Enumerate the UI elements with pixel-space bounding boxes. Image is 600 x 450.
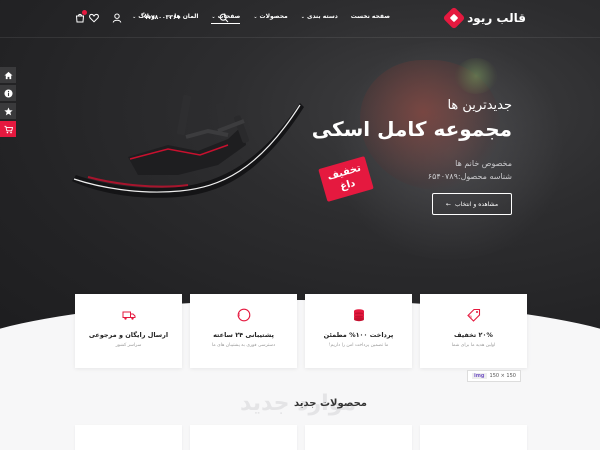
feature-card-support: 24 پشتیبانی ۲۴ ساعته دسترسی فوری به پشتی… <box>190 294 297 368</box>
product-card[interactable] <box>190 425 297 450</box>
svg-text:%: % <box>469 315 473 319</box>
svg-text:24: 24 <box>237 313 241 318</box>
chevron-down-icon: ⌄ <box>300 13 305 20</box>
chevron-down-icon: ⌄ <box>132 13 137 20</box>
site-header: قالب ریود صفحه نخست دسته بندی ⌄ محصولات … <box>0 0 600 38</box>
nav-item-home[interactable]: صفحه نخست <box>351 13 390 20</box>
product-card[interactable] <box>75 425 182 450</box>
info-icon <box>3 88 13 98</box>
image-size-label: 150 × 150 <box>489 373 516 379</box>
view-and-select-button[interactable]: مشاهده و انتخاب ← <box>432 193 512 215</box>
arrow-left-icon: ← <box>445 200 451 208</box>
heart-icon[interactable] <box>89 13 99 23</box>
hero-skier-helmet <box>455 58 497 94</box>
nav-item-label: محصولات <box>259 13 288 20</box>
image-tag-label: img <box>472 373 487 379</box>
discount-tag-icon: % <box>467 308 481 322</box>
nav-item-label: دسته بندی <box>306 13 338 20</box>
cart-badge <box>82 10 87 15</box>
image-size-badge: img 150 × 150 <box>467 370 521 382</box>
side-home-button[interactable] <box>0 67 16 83</box>
side-info-button[interactable] <box>0 85 16 101</box>
user-icon[interactable] <box>112 13 122 23</box>
star-icon <box>3 106 13 115</box>
feature-title: پشتیبانی ۲۴ ساعته <box>213 331 274 339</box>
feature-title: ارسال رایگان و مرجوعی <box>88 331 169 339</box>
side-cart-button[interactable] <box>0 121 16 137</box>
hero-desc-line: مخصوص خانم ها <box>455 159 512 168</box>
logo-text: قالب ریود <box>467 11 526 25</box>
logo-mark-icon <box>442 6 466 30</box>
home-icon <box>3 71 13 79</box>
site-logo[interactable]: قالب ریود <box>442 6 526 30</box>
chevron-down-icon: ⌄ <box>211 13 216 20</box>
support-24-icon: 24 <box>237 308 251 322</box>
delivery-truck-icon <box>122 311 136 320</box>
feature-desc: اولین هدیه ما برای شما <box>451 343 496 348</box>
feature-card-discount: % ۲۰% تخفیف اولین هدیه ما برای شما <box>420 294 527 368</box>
feature-card-shipping: ارسال رایگان و مرجوعی سراسر کشور <box>75 294 182 368</box>
hero-button-label: مشاهده و انتخاب <box>454 200 499 208</box>
product-card[interactable] <box>420 425 527 450</box>
chevron-down-icon: ⌄ <box>253 13 258 20</box>
feature-desc: دسترسی فوری به پشتیبان های ما <box>211 343 276 348</box>
phone-number[interactable]: ۰۹۱۷۸۰۰۳۳۶۱ <box>140 14 180 21</box>
feature-desc: سراسر کشور <box>115 343 142 348</box>
hero-desc-line: شناسه محصول:۶۵۴۰۷۸۹ <box>427 172 512 181</box>
feature-desc: ما تضمین پرداخت امن را داریم! <box>328 343 389 348</box>
product-card[interactable] <box>305 425 412 450</box>
feature-title: پرداخت ۱۰۰% مطمئن <box>323 331 394 339</box>
hero-subtitle: جدیدترین ها <box>447 98 512 113</box>
feature-card-payment: پرداخت ۱۰۰% مطمئن ما تضمین پرداخت امن را… <box>305 294 412 368</box>
search-icon[interactable] <box>219 13 229 23</box>
feature-title: ۲۰% تخفیف <box>454 331 493 339</box>
hero-description: مخصوص خانم ها شناسه محصول:۶۵۴۰۷۸۹ <box>428 157 512 183</box>
nav-item-label: صفحه نخست <box>350 13 390 20</box>
cart-icon <box>3 125 13 133</box>
coins-icon <box>354 309 364 322</box>
section-title: محصولات جدید <box>293 398 367 409</box>
side-favorites-button[interactable] <box>0 103 16 119</box>
nav-item-categories[interactable]: دسته بندی ⌄ <box>301 13 338 20</box>
nav-item-products[interactable]: محصولات ⌄ <box>253 13 287 20</box>
snowboard-image <box>72 94 304 198</box>
hero-title: مجموعه کامل اسکی <box>311 117 512 141</box>
